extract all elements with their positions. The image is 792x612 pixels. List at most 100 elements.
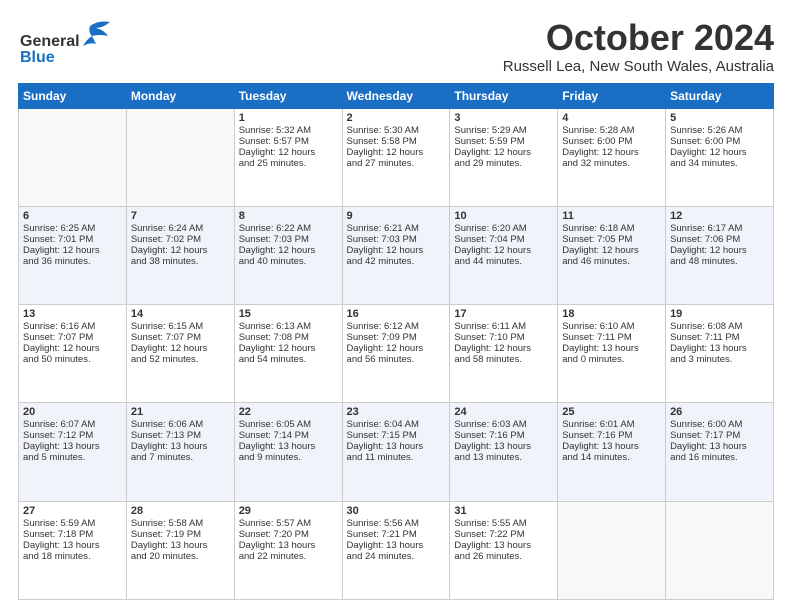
- sunset: Sunset: 7:10 PM: [454, 332, 553, 343]
- daylight-hours: Daylight: 12 hours: [454, 343, 553, 354]
- calendar-cell: 5Sunrise: 5:26 AMSunset: 6:00 PMDaylight…: [666, 108, 774, 206]
- sunset: Sunset: 7:13 PM: [131, 430, 230, 441]
- sunset: Sunset: 7:15 PM: [347, 430, 446, 441]
- sunset: Sunset: 7:03 PM: [347, 234, 446, 245]
- sunset: Sunset: 5:57 PM: [239, 136, 338, 147]
- daylight-minutes: and 5 minutes.: [23, 452, 122, 463]
- sunrise: Sunrise: 5:30 AM: [347, 125, 446, 136]
- calendar-cell: 17Sunrise: 6:11 AMSunset: 7:10 PMDayligh…: [450, 305, 558, 403]
- day-number: 11: [562, 210, 661, 222]
- calendar-cell: [558, 501, 666, 599]
- daylight-hours: Daylight: 12 hours: [347, 245, 446, 256]
- day-number: 8: [239, 210, 338, 222]
- day-number: 24: [454, 406, 553, 418]
- daylight-minutes: and 0 minutes.: [562, 354, 661, 365]
- calendar-week-3: 13Sunrise: 6:16 AMSunset: 7:07 PMDayligh…: [19, 305, 774, 403]
- sunrise: Sunrise: 6:17 AM: [670, 223, 769, 234]
- day-number: 25: [562, 406, 661, 418]
- calendar-table: Sunday Monday Tuesday Wednesday Thursday…: [18, 83, 774, 600]
- calendar-cell: 24Sunrise: 6:03 AMSunset: 7:16 PMDayligh…: [450, 403, 558, 501]
- daylight-minutes: and 48 minutes.: [670, 256, 769, 267]
- daylight-hours: Daylight: 13 hours: [670, 441, 769, 452]
- day-number: 26: [670, 406, 769, 418]
- sunrise: Sunrise: 6:22 AM: [239, 223, 338, 234]
- daylight-hours: Daylight: 12 hours: [670, 245, 769, 256]
- sunset: Sunset: 7:19 PM: [131, 529, 230, 540]
- sunset: Sunset: 7:11 PM: [562, 332, 661, 343]
- daylight-minutes: and 29 minutes.: [454, 158, 553, 169]
- sunrise: Sunrise: 5:58 AM: [131, 518, 230, 529]
- day-number: 29: [239, 505, 338, 517]
- day-number: 20: [23, 406, 122, 418]
- sunset: Sunset: 7:04 PM: [454, 234, 553, 245]
- sunset: Sunset: 7:20 PM: [239, 529, 338, 540]
- col-thursday: Thursday: [450, 83, 558, 108]
- daylight-hours: Daylight: 12 hours: [347, 343, 446, 354]
- page: General Blue October 2024 Russell Lea, N…: [0, 0, 792, 612]
- calendar-cell: [19, 108, 127, 206]
- col-wednesday: Wednesday: [342, 83, 450, 108]
- sunset: Sunset: 7:16 PM: [562, 430, 661, 441]
- calendar-cell: 3Sunrise: 5:29 AMSunset: 5:59 PMDaylight…: [450, 108, 558, 206]
- logo-svg: General Blue: [18, 18, 128, 66]
- daylight-hours: Daylight: 13 hours: [239, 540, 338, 551]
- calendar-cell: 7Sunrise: 6:24 AMSunset: 7:02 PMDaylight…: [126, 206, 234, 304]
- calendar-cell: 27Sunrise: 5:59 AMSunset: 7:18 PMDayligh…: [19, 501, 127, 599]
- calendar-cell: 26Sunrise: 6:00 AMSunset: 7:17 PMDayligh…: [666, 403, 774, 501]
- sunrise: Sunrise: 6:12 AM: [347, 321, 446, 332]
- daylight-hours: Daylight: 12 hours: [562, 245, 661, 256]
- day-number: 3: [454, 112, 553, 124]
- day-number: 13: [23, 308, 122, 320]
- sunrise: Sunrise: 6:13 AM: [239, 321, 338, 332]
- calendar-cell: [666, 501, 774, 599]
- daylight-hours: Daylight: 12 hours: [131, 343, 230, 354]
- sunrise: Sunrise: 5:59 AM: [23, 518, 122, 529]
- daylight-minutes: and 26 minutes.: [454, 551, 553, 562]
- day-number: 16: [347, 308, 446, 320]
- col-sunday: Sunday: [19, 83, 127, 108]
- daylight-minutes: and 52 minutes.: [131, 354, 230, 365]
- header: General Blue October 2024 Russell Lea, N…: [18, 18, 774, 75]
- sunrise: Sunrise: 6:10 AM: [562, 321, 661, 332]
- sunrise: Sunrise: 5:32 AM: [239, 125, 338, 136]
- daylight-minutes: and 20 minutes.: [131, 551, 230, 562]
- col-tuesday: Tuesday: [234, 83, 342, 108]
- daylight-minutes: and 3 minutes.: [670, 354, 769, 365]
- sunset: Sunset: 7:07 PM: [131, 332, 230, 343]
- calendar-cell: 12Sunrise: 6:17 AMSunset: 7:06 PMDayligh…: [666, 206, 774, 304]
- daylight-minutes: and 38 minutes.: [131, 256, 230, 267]
- col-friday: Friday: [558, 83, 666, 108]
- calendar-cell: 31Sunrise: 5:55 AMSunset: 7:22 PMDayligh…: [450, 501, 558, 599]
- daylight-minutes: and 58 minutes.: [454, 354, 553, 365]
- sunrise: Sunrise: 6:18 AM: [562, 223, 661, 234]
- daylight-minutes: and 13 minutes.: [454, 452, 553, 463]
- sunrise: Sunrise: 6:04 AM: [347, 419, 446, 430]
- daylight-minutes: and 22 minutes.: [239, 551, 338, 562]
- day-number: 17: [454, 308, 553, 320]
- sunrise: Sunrise: 6:05 AM: [239, 419, 338, 430]
- logo: General Blue: [18, 18, 128, 66]
- daylight-hours: Daylight: 13 hours: [23, 540, 122, 551]
- sunrise: Sunrise: 6:15 AM: [131, 321, 230, 332]
- day-number: 9: [347, 210, 446, 222]
- day-number: 18: [562, 308, 661, 320]
- daylight-hours: Daylight: 12 hours: [23, 343, 122, 354]
- sunset: Sunset: 7:07 PM: [23, 332, 122, 343]
- calendar-cell: 29Sunrise: 5:57 AMSunset: 7:20 PMDayligh…: [234, 501, 342, 599]
- day-number: 10: [454, 210, 553, 222]
- calendar-cell: [126, 108, 234, 206]
- sunrise: Sunrise: 5:56 AM: [347, 518, 446, 529]
- daylight-hours: Daylight: 12 hours: [239, 343, 338, 354]
- calendar-week-4: 20Sunrise: 6:07 AMSunset: 7:12 PMDayligh…: [19, 403, 774, 501]
- title-block: October 2024 Russell Lea, New South Wale…: [503, 18, 774, 75]
- daylight-hours: Daylight: 13 hours: [454, 540, 553, 551]
- calendar-cell: 4Sunrise: 5:28 AMSunset: 6:00 PMDaylight…: [558, 108, 666, 206]
- sunrise: Sunrise: 6:20 AM: [454, 223, 553, 234]
- calendar-cell: 22Sunrise: 6:05 AMSunset: 7:14 PMDayligh…: [234, 403, 342, 501]
- daylight-hours: Daylight: 12 hours: [23, 245, 122, 256]
- sunrise: Sunrise: 6:03 AM: [454, 419, 553, 430]
- sunset: Sunset: 7:05 PM: [562, 234, 661, 245]
- calendar-cell: 16Sunrise: 6:12 AMSunset: 7:09 PMDayligh…: [342, 305, 450, 403]
- col-monday: Monday: [126, 83, 234, 108]
- daylight-minutes: and 27 minutes.: [347, 158, 446, 169]
